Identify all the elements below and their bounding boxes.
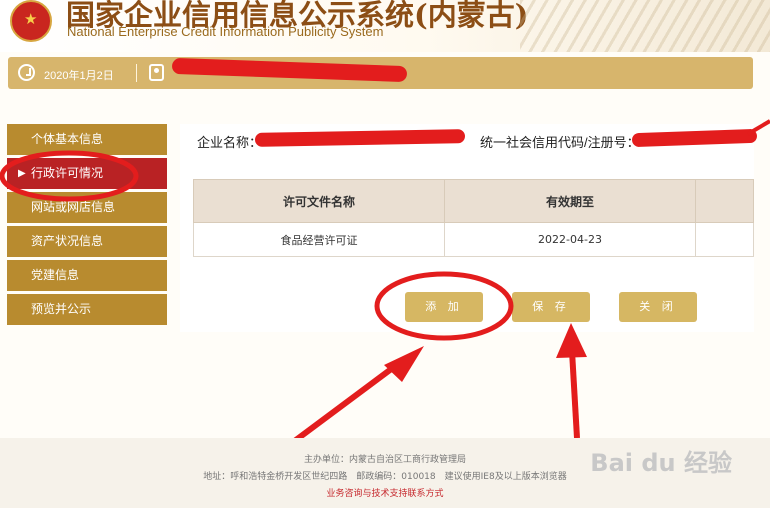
sidebar-item-label: 个体基本信息	[31, 132, 104, 146]
sidebar-item-preview-publish[interactable]: 预览并公示	[7, 294, 167, 325]
valid-until-cell: 2022-04-23	[444, 222, 696, 257]
site-subtitle: National Enterprise Credit Information P…	[67, 24, 384, 39]
add-button[interactable]: 添 加	[405, 292, 483, 322]
empty-cell	[695, 222, 754, 257]
sidebar-item-administrative-license[interactable]: ▶ 行政许可情况	[7, 158, 167, 189]
footer-support-link[interactable]: 业务咨询与技术支持联系方式	[0, 486, 770, 499]
sidebar-item-label: 预览并公示	[31, 302, 92, 316]
save-button[interactable]: 保 存	[512, 292, 590, 322]
sidebar-item-party[interactable]: 党建信息	[7, 260, 167, 291]
table-row[interactable]: 食品经营许可证 2022-04-23	[193, 222, 754, 257]
triangle-right-icon: ▶	[18, 168, 26, 179]
sidebar-item-label: 行政许可情况	[31, 166, 104, 180]
column-header-license-name: 许可文件名称	[193, 179, 445, 223]
column-header-empty	[695, 179, 754, 223]
sidebar-item-website[interactable]: 网站或网店信息	[7, 192, 167, 223]
column-header-valid-until: 有效期至	[444, 179, 696, 223]
close-button[interactable]: 关 闭	[619, 292, 697, 322]
sidebar-item-label: 党建信息	[31, 268, 80, 282]
clock-icon	[18, 64, 35, 81]
sidebar-item-assets[interactable]: 资产状况信息	[7, 226, 167, 257]
current-date: 2020年1月2日	[44, 70, 114, 82]
credit-code-label: 统一社会信用代码/注册号：	[480, 135, 640, 150]
sidebar-item-label: 网站或网店信息	[31, 200, 116, 214]
baidu-watermark: Bai du 经验	[590, 449, 732, 477]
divider	[136, 64, 137, 82]
sidebar-menu: 个体基本信息 ▶ 行政许可情况 网站或网店信息 资产状况信息 党建信息 预览并公示	[7, 124, 167, 328]
arrow-to-save-line	[569, 350, 580, 439]
site-header: 国家企业信用信息公示系统(内蒙古) National Enterprise Cr…	[0, 0, 770, 52]
company-name-label: 企业名称：	[197, 135, 263, 150]
user-icon	[149, 64, 164, 81]
table-header-row: 许可文件名称 有效期至	[193, 179, 754, 223]
header-decoration	[520, 0, 770, 52]
arrow-to-add-head	[384, 346, 424, 382]
license-name-cell: 食品经营许可证	[193, 222, 445, 257]
national-emblem-icon	[10, 0, 52, 42]
sidebar-item-label: 资产状况信息	[31, 234, 104, 248]
sidebar-item-basic-info[interactable]: 个体基本信息	[7, 124, 167, 155]
license-table: 许可文件名称 有效期至 食品经营许可证 2022-04-23	[193, 179, 754, 257]
